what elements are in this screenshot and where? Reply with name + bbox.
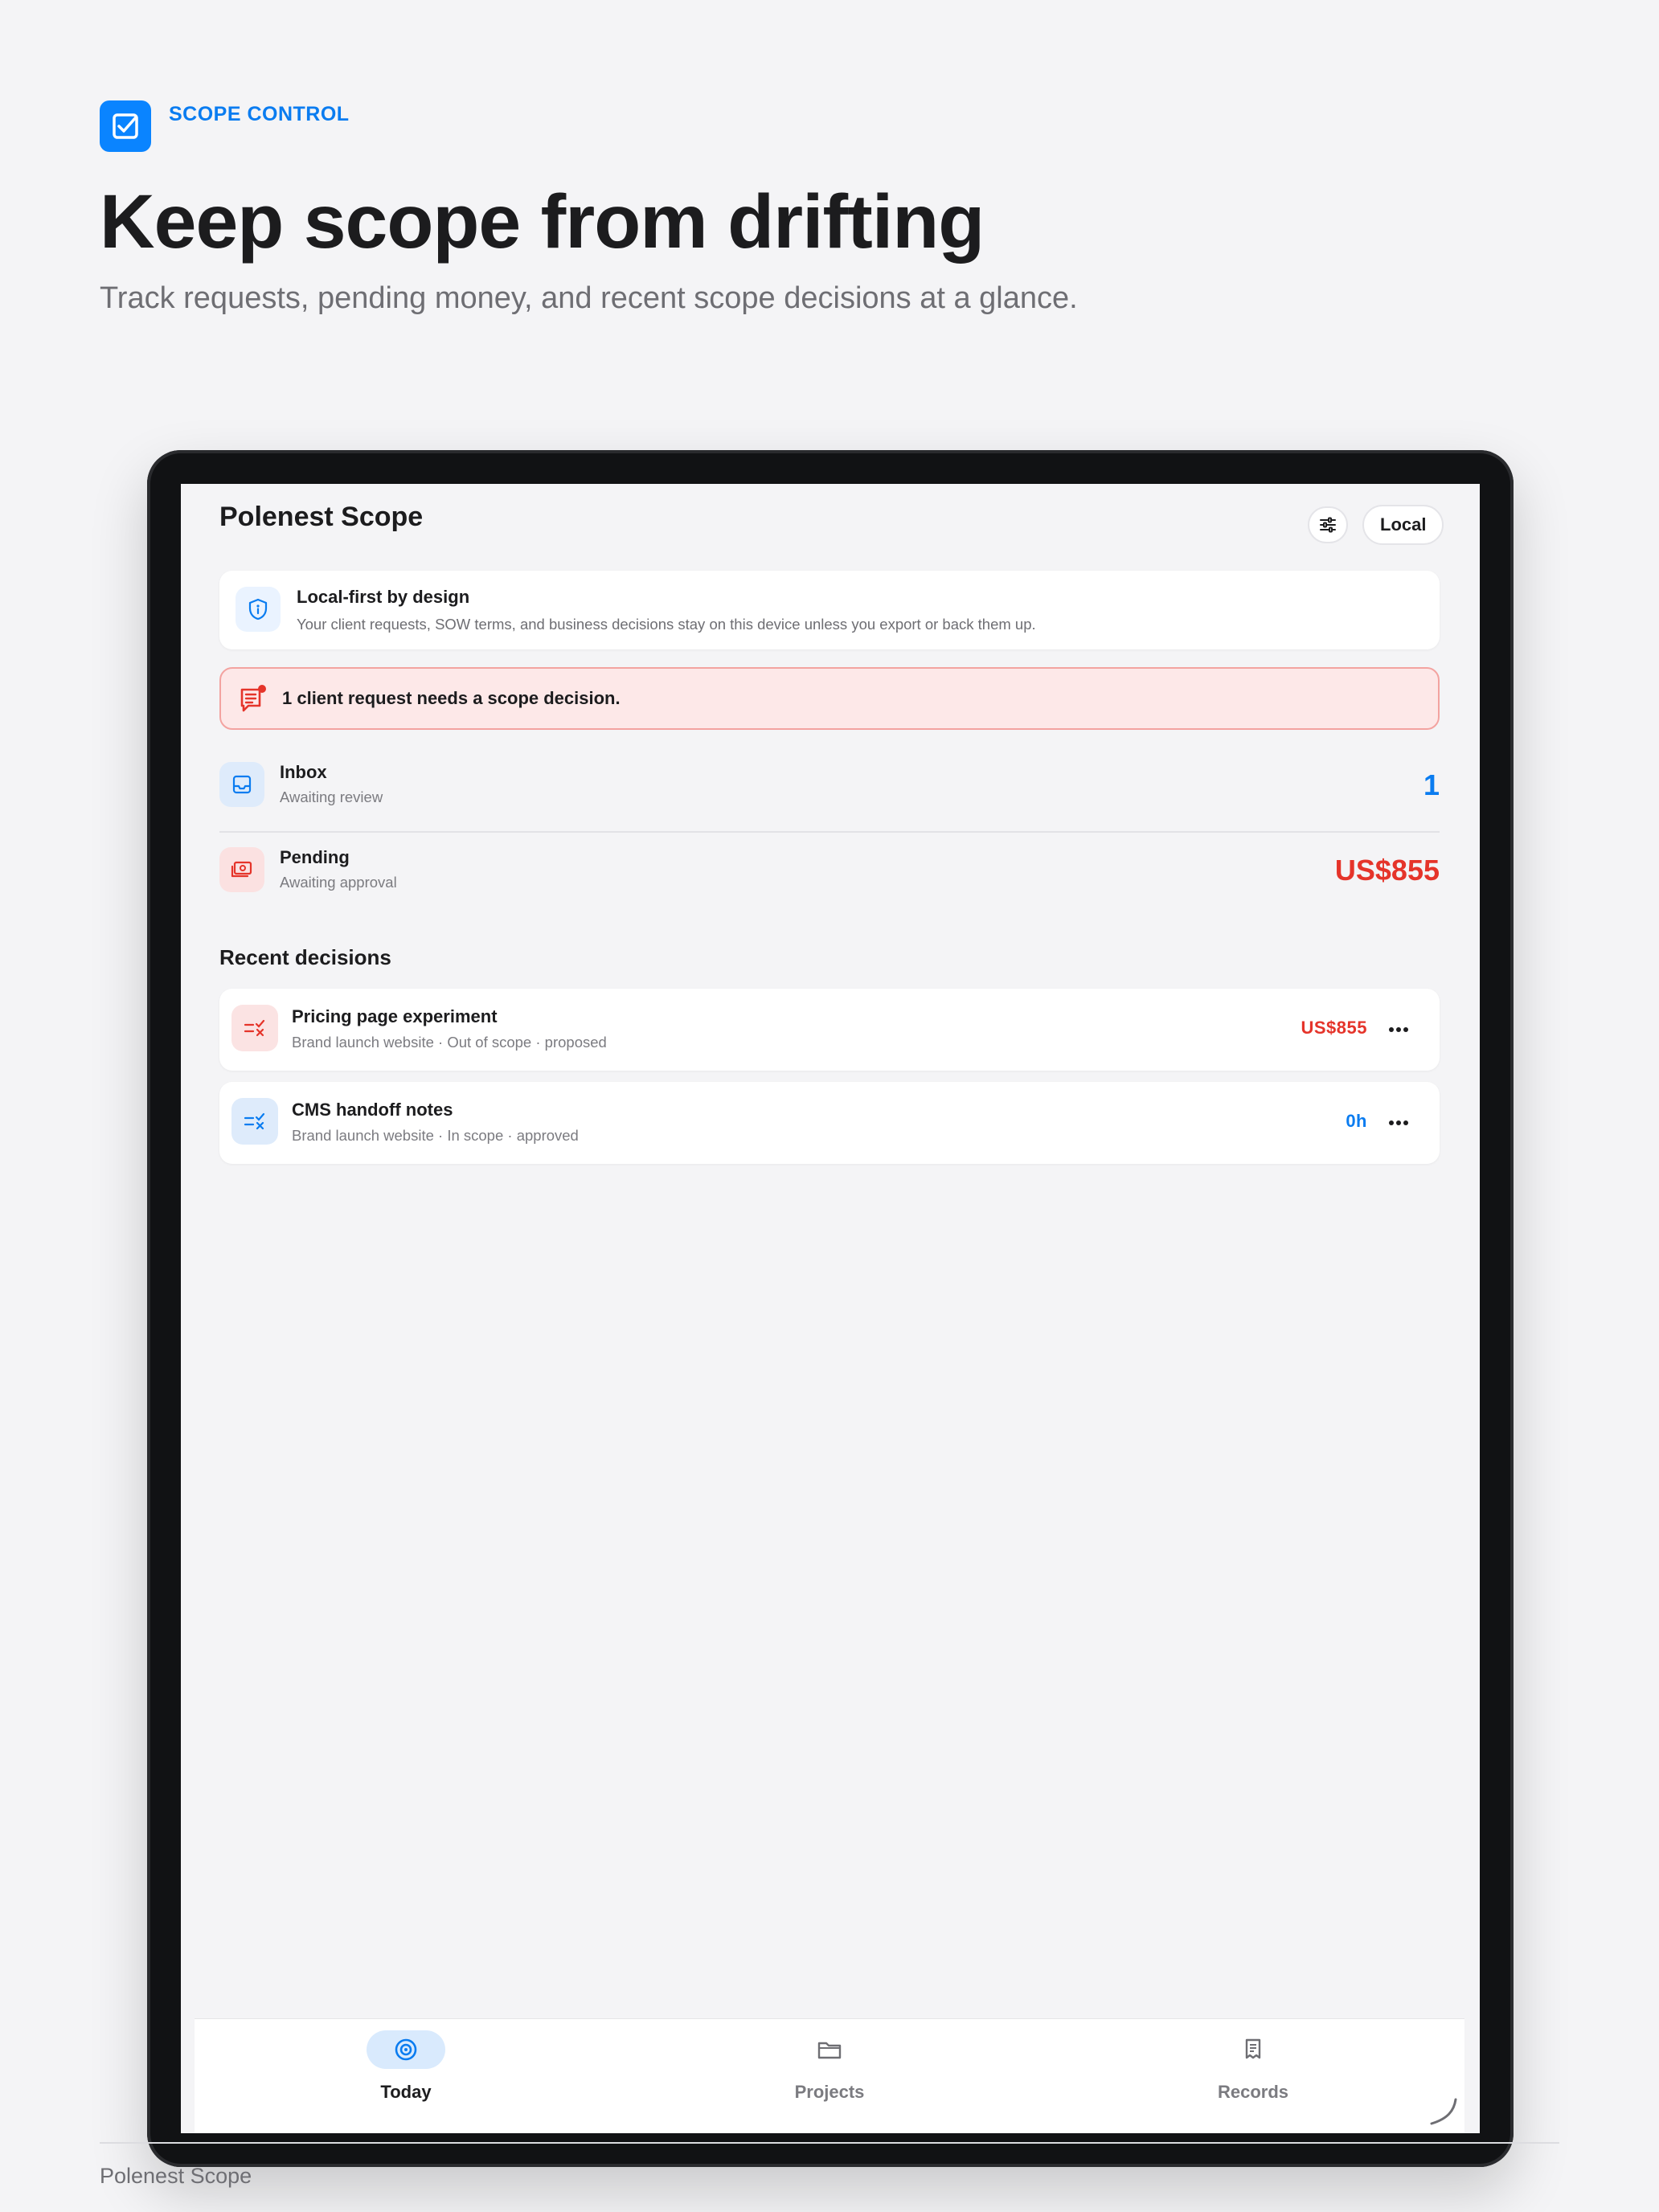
ellipsis-icon <box>1389 1027 1408 1032</box>
inbox-label: Inbox <box>280 762 327 782</box>
tab-records[interactable]: Records <box>1042 2019 1464 2133</box>
tab-records-label: Records <box>1217 2082 1289 2102</box>
more-options-button[interactable] <box>1378 1103 1419 1143</box>
privacy-card: Local-first by design Your client reques… <box>219 571 1440 649</box>
footer-divider <box>100 2142 1559 2144</box>
inbox-sublabel: Awaiting review <box>280 789 383 805</box>
folder-icon <box>790 2030 869 2069</box>
inbox-icon <box>219 762 264 807</box>
decision-row[interactable]: CMS handoff notes Brand launch website ·… <box>219 1082 1440 1164</box>
shield-icon <box>236 587 281 632</box>
tab-bar: Today Projects Records <box>195 2019 1464 2133</box>
decision-title: Pricing page experiment <box>292 1006 498 1026</box>
today-icon <box>367 2030 445 2069</box>
pending-amount: US$855 <box>1334 854 1440 887</box>
app-title: Polenest Scope <box>219 502 424 532</box>
tab-projects-label: Projects <box>794 2082 865 2102</box>
money-icon <box>219 847 264 892</box>
privacy-card-title: Local-first by design <box>297 587 470 607</box>
decision-meta: Brand launch website · Out of scope · pr… <box>292 1034 607 1051</box>
ellipsis-icon <box>1389 1120 1408 1125</box>
decision-meta: Brand launch website · In scope · approv… <box>292 1127 579 1144</box>
storage-mode-button[interactable]: Local <box>1362 505 1444 545</box>
tab-today[interactable]: Today <box>195 2019 617 2133</box>
scope-alert-banner[interactable]: 1 client request needs a scope decision. <box>219 667 1440 730</box>
decision-row[interactable]: Pricing page experiment Brand launch web… <box>219 989 1440 1071</box>
decision-title: CMS handoff notes <box>292 1100 453 1120</box>
decision-value: 0h <box>1346 1111 1367 1131</box>
decision-value: US$855 <box>1301 1018 1367 1038</box>
sliders-icon <box>1320 517 1336 533</box>
more-options-button[interactable] <box>1378 1010 1419 1050</box>
eyebrow-label: SCOPE CONTROL <box>169 103 350 125</box>
tab-today-label: Today <box>380 2082 432 2102</box>
scope-check-icon <box>231 1005 278 1051</box>
receipt-icon <box>1214 2030 1292 2069</box>
tab-projects[interactable]: Projects <box>618 2019 1041 2133</box>
corner-arc-decoration <box>1430 2098 1457 2125</box>
alert-text: 1 client request needs a scope decision. <box>282 688 621 708</box>
privacy-card-body: Your client requests, SOW terms, and bus… <box>297 616 1036 633</box>
tablet-frame: Polenest Scope Local Local-first by desi… <box>147 450 1514 2167</box>
recent-decisions-title: Recent decisions <box>219 945 391 969</box>
hero-subtitle: Track requests, pending money, and recen… <box>100 281 1078 315</box>
inbox-count: 1 <box>1423 768 1440 801</box>
pending-label: Pending <box>280 847 350 867</box>
pending-sublabel: Awaiting approval <box>280 874 397 891</box>
filter-button[interactable] <box>1308 506 1348 543</box>
footer-brand: Polenest Scope <box>100 2164 252 2188</box>
scope-check-icon <box>231 1098 278 1145</box>
checkbox-icon <box>100 100 151 152</box>
pending-stat-row[interactable]: Pending Awaiting approval US$855 <box>219 839 1440 900</box>
message-alert-icon <box>240 685 266 712</box>
app-screen: Polenest Scope Local Local-first by desi… <box>181 484 1480 2133</box>
inbox-stat-row[interactable]: Inbox Awaiting review 1 <box>219 754 1440 815</box>
hero-title: Keep scope from drifting <box>100 179 985 264</box>
stats-divider <box>219 831 1440 833</box>
